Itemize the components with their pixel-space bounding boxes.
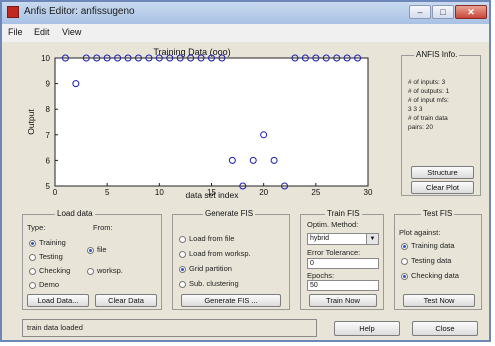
load-data-panel: Load data Type: From: Training Testing C… <box>22 209 162 310</box>
info-train-pairs: pairs: 20 <box>408 124 433 131</box>
radio-test-training-data-label: Training data <box>411 241 455 250</box>
matlab-app-icon <box>7 6 19 18</box>
x-tick-label: 30 <box>364 188 373 197</box>
radio-type-demo-label: Demo <box>39 280 60 289</box>
radio-load-from-workspace[interactable] <box>179 251 186 258</box>
x-tick-label: 20 <box>259 188 268 197</box>
radio-test-checking-data-label: Checking data <box>411 271 459 280</box>
from-label: From: <box>93 223 113 232</box>
y-tick-label: 5 <box>46 182 51 191</box>
type-label: Type: <box>27 223 46 232</box>
radio-from-workspace[interactable] <box>87 268 94 275</box>
radio-from-file[interactable] <box>87 247 94 254</box>
error-tolerance-label: Error Tolerance: <box>307 248 361 257</box>
menu-bar: File Edit View <box>2 24 489 42</box>
radio-test-testing-data-label: Testing data <box>411 256 452 265</box>
x-axis-label: data set index <box>186 190 240 200</box>
radio-type-checking-label: Checking <box>39 266 71 275</box>
optim-method-select[interactable]: hybrid ▼ <box>307 233 379 245</box>
training-data-plot: Training Data (ooo) 0 5 10 15 20 25 30 5 6 7 8 9 10… <box>12 46 390 200</box>
radio-type-training[interactable] <box>29 240 36 247</box>
maximize-button[interactable]: □ <box>432 5 454 19</box>
radio-load-from-workspace-label: Load from worksp. <box>189 249 251 258</box>
generate-fis-title: Generate FIS <box>203 209 256 218</box>
optim-method-label: Optim. Method: <box>307 220 359 229</box>
epochs-input[interactable]: 50 <box>307 280 379 291</box>
y-tick-label: 6 <box>46 156 51 165</box>
test-fis-title: Test FIS <box>421 209 455 218</box>
radio-type-testing-label: Testing <box>39 252 63 261</box>
info-train-data: # of train data <box>408 115 448 122</box>
train-fis-panel: Train FIS Optim. Method: hybrid ▼ Error … <box>300 209 384 310</box>
x-tick-label: 10 <box>155 188 164 197</box>
menu-edit[interactable]: Edit <box>34 27 50 37</box>
y-tick-label: 10 <box>41 54 50 63</box>
train-now-button[interactable]: Train Now <box>309 294 377 307</box>
radio-grid-partition-label: Grid partition <box>189 264 232 273</box>
info-inputs: # of inputs: 3 <box>408 79 446 86</box>
load-data-button[interactable]: Load Data... <box>27 294 89 307</box>
title-bar[interactable]: Anfis Editor: anfissugeno – □ ✕ <box>2 2 489 24</box>
clear-plot-button[interactable]: Clear Plot <box>411 181 474 194</box>
radio-sub-clustering[interactable] <box>179 281 186 288</box>
y-tick-label: 7 <box>46 131 51 140</box>
radio-type-checking[interactable] <box>29 268 36 275</box>
radio-from-workspace-label: worksp. <box>97 266 123 275</box>
radio-type-demo[interactable] <box>29 282 36 289</box>
menu-file[interactable]: File <box>8 27 23 37</box>
load-data-title: Load data <box>55 209 95 218</box>
plot-svg: Training Data (ooo) 0 5 10 15 20 25 30 5678910… <box>26 47 373 200</box>
clear-data-button[interactable]: Clear Data <box>95 294 157 307</box>
x-tick-label: 0 <box>53 188 58 197</box>
plot-axes-box <box>54 57 369 187</box>
generate-fis-button[interactable]: Generate FIS ... <box>181 294 281 307</box>
status-message: train data loaded <box>22 319 317 337</box>
radio-test-checking-data[interactable] <box>401 273 408 280</box>
radio-load-from-file-label: Load from file <box>189 234 235 243</box>
close-window-button[interactable]: ✕ <box>455 5 487 19</box>
radio-load-from-file[interactable] <box>179 236 186 243</box>
x-tick-label: 25 <box>311 188 320 197</box>
radio-test-training-data[interactable] <box>401 243 408 250</box>
error-tolerance-input[interactable]: 0 <box>307 258 379 269</box>
radio-from-file-label: file <box>97 245 107 254</box>
help-button[interactable]: Help <box>334 321 400 336</box>
info-outputs: # of outputs: 1 <box>408 88 450 95</box>
epochs-label: Epochs: <box>307 271 335 280</box>
radio-grid-partition[interactable] <box>179 266 186 273</box>
y-axis-label: Output <box>26 109 36 135</box>
y-tick-label: 9 <box>46 80 51 89</box>
optim-method-value: hybrid <box>310 235 330 242</box>
radio-test-testing-data[interactable] <box>401 258 408 265</box>
window-title: Anfis Editor: anfissugeno <box>24 6 135 17</box>
anfis-editor-window: Anfis Editor: anfissugeno – □ ✕ File Edi… <box>0 0 491 342</box>
test-now-button[interactable]: Test Now <box>403 294 475 307</box>
info-input-mfs: # of input mfs: <box>408 97 449 104</box>
radio-type-training-label: Training <box>39 238 66 247</box>
x-tick-label: 5 <box>105 188 110 197</box>
structure-button[interactable]: Structure <box>411 166 474 179</box>
chevron-down-icon: ▼ <box>366 234 378 244</box>
radio-type-testing[interactable] <box>29 254 36 261</box>
train-fis-title: Train FIS <box>325 209 362 218</box>
generate-fis-panel: Generate FIS Load from file Load from wo… <box>172 209 290 310</box>
close-button[interactable]: Close <box>412 321 478 336</box>
radio-sub-clustering-label: Sub. clustering <box>189 279 239 288</box>
minimize-button[interactable]: – <box>409 5 431 19</box>
y-tick-label: 8 <box>46 105 51 114</box>
info-input-mfs-values: 3 3 3 <box>408 106 423 113</box>
anfis-info-panel: ANFIS Info. # of inputs: 3 # of outputs:… <box>401 50 481 196</box>
plot-against-label: Plot against: <box>399 228 441 237</box>
anfis-info-title: ANFIS Info. <box>414 50 460 59</box>
test-fis-panel: Test FIS Plot against: Training data Tes… <box>394 209 482 310</box>
menu-view[interactable]: View <box>62 27 81 37</box>
